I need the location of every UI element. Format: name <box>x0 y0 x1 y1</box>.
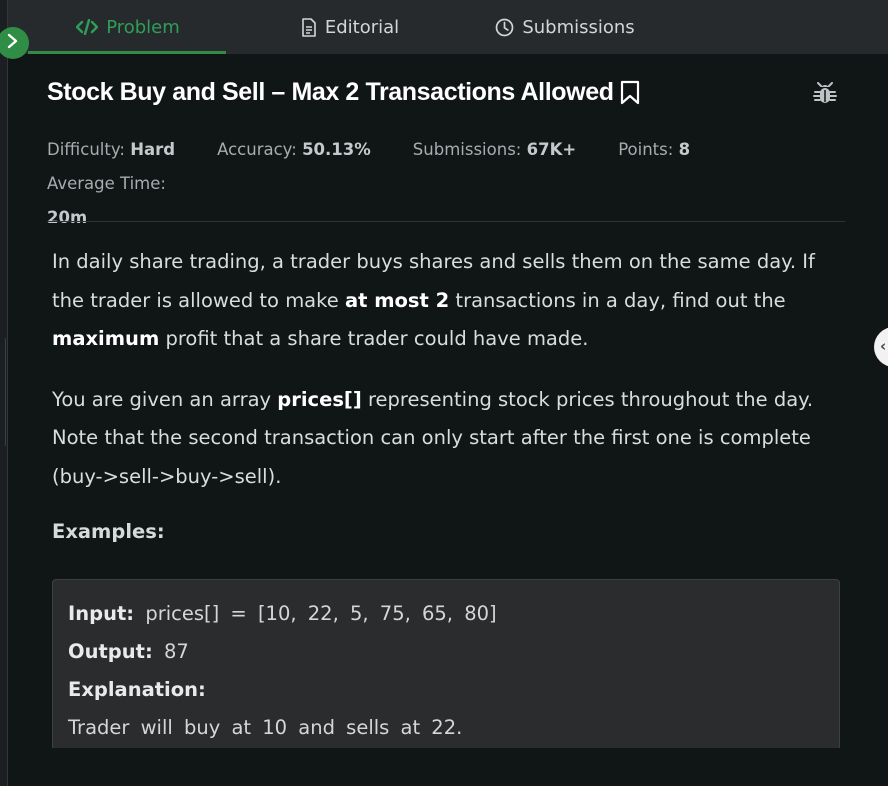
example-box: Input: prices[] = [10, 22, 5, 75, 65, 80… <box>52 579 840 748</box>
left-panel-edge <box>0 0 8 786</box>
tab-editorial[interactable]: Editorial <box>260 0 440 54</box>
tab-bar: Problem Editorial Submissions <box>0 0 888 54</box>
output-value: 87 <box>163 640 189 663</box>
tab-submissions-label: Submissions <box>522 16 635 38</box>
input-label: Input: <box>68 602 135 625</box>
desc-text: transactions in a day, find out the <box>449 288 786 312</box>
average-time-value: 20m <box>47 208 88 227</box>
tab-problem[interactable]: Problem <box>30 0 226 54</box>
difficulty-value: Hard <box>130 140 176 159</box>
example-explanation-label: Explanation: <box>68 671 824 709</box>
accuracy-value: 50.13% <box>302 140 371 159</box>
bug-icon[interactable] <box>812 82 838 112</box>
chevron-left-icon: ‹ <box>880 337 887 355</box>
tab-editorial-label: Editorial <box>324 16 400 38</box>
problem-page: Problem Editorial Submissions ‹ Stock Bu… <box>0 0 888 786</box>
accuracy-label: Accuracy: <box>217 140 297 159</box>
meta-points: Points: 8 <box>618 133 690 167</box>
points-label: Points: <box>618 140 674 159</box>
submissions-value: 67K+ <box>526 140 577 159</box>
expand-sidebar-button[interactable] <box>0 27 29 59</box>
meta-difficulty: Difficulty: Hard <box>47 133 175 167</box>
divider <box>47 221 845 222</box>
title-row: Stock Buy and Sell – Max 2 Transactions … <box>47 78 640 107</box>
document-icon <box>301 17 317 37</box>
desc-text: profit that a share trader could have ma… <box>159 327 589 350</box>
example-content: Input: prices[] = [10, 22, 5, 75, 65, 80… <box>53 580 839 747</box>
clock-icon <box>495 18 514 37</box>
examples-heading: Examples: <box>52 520 165 543</box>
example-explanation-line: Trader will buy at 10 and sells at 22. <box>68 716 463 739</box>
meta-average-time: Average Time: <box>47 167 166 201</box>
code-icon <box>76 19 99 35</box>
example-output: Output: 87 <box>68 633 824 671</box>
desc-text: You are given an array <box>52 387 278 411</box>
description-paragraph-2: You are given an array prices[] represen… <box>52 381 842 497</box>
problem-description: In daily share trading, a trader buys sh… <box>52 243 842 518</box>
desc-emphasis: at most 2 <box>344 288 450 312</box>
panel-resize-notch <box>0 338 6 446</box>
tab-submissions[interactable]: Submissions <box>470 0 660 54</box>
desc-emphasis: prices[] <box>277 387 362 411</box>
meta-submissions: Submissions: 67K+ <box>413 133 576 167</box>
panel-resize-handle[interactable]: ‹ <box>874 327 888 367</box>
problem-meta: Difficulty: Hard Accuracy: 50.13% Submissi… <box>47 133 847 235</box>
tab-problem-label: Problem <box>106 16 180 38</box>
chevron-right-icon <box>6 33 20 53</box>
submissions-label: Submissions: <box>412 140 522 159</box>
average-time-label: Average Time: <box>47 174 166 193</box>
input-value: prices[] = [10, 22, 5, 75, 65, 80] <box>145 602 497 625</box>
meta-accuracy: Accuracy: 50.13% <box>217 133 371 167</box>
points-value: 8 <box>678 140 691 159</box>
problem-title: Stock Buy and Sell – Max 2 Transactions … <box>47 78 614 106</box>
example-input: Input: prices[] = [10, 22, 5, 75, 65, 80… <box>68 595 824 633</box>
explanation-label: Explanation: <box>68 678 206 701</box>
output-label: Output: <box>68 640 153 663</box>
bookmark-icon[interactable] <box>620 80 640 106</box>
description-paragraph-1: In daily share trading, a trader buys sh… <box>52 243 842 359</box>
difficulty-label: Difficulty: <box>47 140 125 159</box>
active-tab-indicator <box>28 51 226 54</box>
desc-emphasis: maximum <box>52 327 160 350</box>
